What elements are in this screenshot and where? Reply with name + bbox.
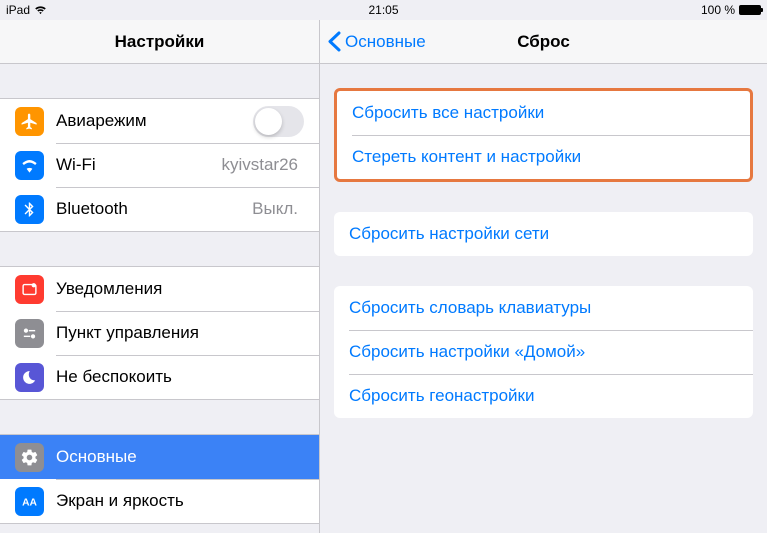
battery-icon	[739, 5, 761, 15]
main-navbar: Основные Сброс	[320, 20, 767, 64]
sidebar-navbar: Настройки	[0, 20, 319, 64]
status-bar: iPad 21:05 100 %	[0, 0, 767, 20]
bluetooth-value: Выкл.	[252, 199, 298, 219]
wifi-icon	[15, 151, 44, 180]
sidebar-item-dnd[interactable]: Не беспокоить	[0, 355, 319, 399]
sidebar-item-bluetooth[interactable]: Bluetooth Выкл.	[0, 187, 319, 231]
main-title: Сброс	[517, 32, 570, 52]
sidebar-item-wifi[interactable]: Wi-Fi kyivstar26	[0, 143, 319, 187]
sidebar-title: Настройки	[115, 32, 205, 52]
reset-keyboard-dictionary[interactable]: Сбросить словарь клавиатуры	[334, 286, 753, 330]
do-not-disturb-icon	[15, 363, 44, 392]
sidebar-item-display[interactable]: AA Экран и яркость	[0, 479, 319, 523]
item-label: Экран и яркость	[56, 491, 304, 511]
chevron-left-icon	[328, 31, 341, 52]
sidebar-item-control-center[interactable]: Пункт управления	[0, 311, 319, 355]
item-label: Wi-Fi	[56, 155, 221, 175]
sidebar-item-notifications[interactable]: Уведомления	[0, 267, 319, 311]
main-panel: Основные Сброс Сбросить все настройки Ст…	[320, 20, 767, 533]
reset-all-settings[interactable]: Сбросить все настройки	[337, 91, 750, 135]
item-label: Основные	[56, 447, 304, 467]
gear-icon	[15, 443, 44, 472]
airplane-icon	[15, 107, 44, 136]
sidebar-item-general[interactable]: Основные	[0, 435, 319, 479]
item-label: Пункт управления	[56, 323, 304, 343]
wifi-value: kyivstar26	[221, 155, 298, 175]
wifi-status-icon	[34, 5, 47, 15]
airplane-toggle[interactable]	[253, 106, 304, 137]
svg-text:AA: AA	[22, 497, 37, 508]
battery-label: 100 %	[701, 3, 735, 17]
back-label: Основные	[345, 32, 426, 52]
control-center-icon	[15, 319, 44, 348]
sidebar-item-airplane[interactable]: Авиарежим	[0, 99, 319, 143]
erase-content-settings[interactable]: Стереть контент и настройки	[337, 135, 750, 179]
device-label: iPad	[6, 3, 30, 17]
reset-network-settings[interactable]: Сбросить настройки сети	[334, 212, 753, 256]
item-label: Уведомления	[56, 279, 304, 299]
highlight-group: Сбросить все настройки Стереть контент и…	[334, 88, 753, 182]
item-label: Bluetooth	[56, 199, 252, 219]
bluetooth-icon	[15, 195, 44, 224]
reset-home-layout[interactable]: Сбросить настройки «Домой»	[334, 330, 753, 374]
reset-location-settings[interactable]: Сбросить геонастройки	[334, 374, 753, 418]
item-label: Авиарежим	[56, 111, 253, 131]
item-label: Не беспокоить	[56, 367, 304, 387]
back-button[interactable]: Основные	[328, 31, 426, 52]
status-time: 21:05	[368, 3, 398, 17]
notifications-icon	[15, 275, 44, 304]
settings-sidebar: Настройки Авиарежим Wi-Fi kyivstar26	[0, 20, 320, 533]
display-icon: AA	[15, 487, 44, 516]
